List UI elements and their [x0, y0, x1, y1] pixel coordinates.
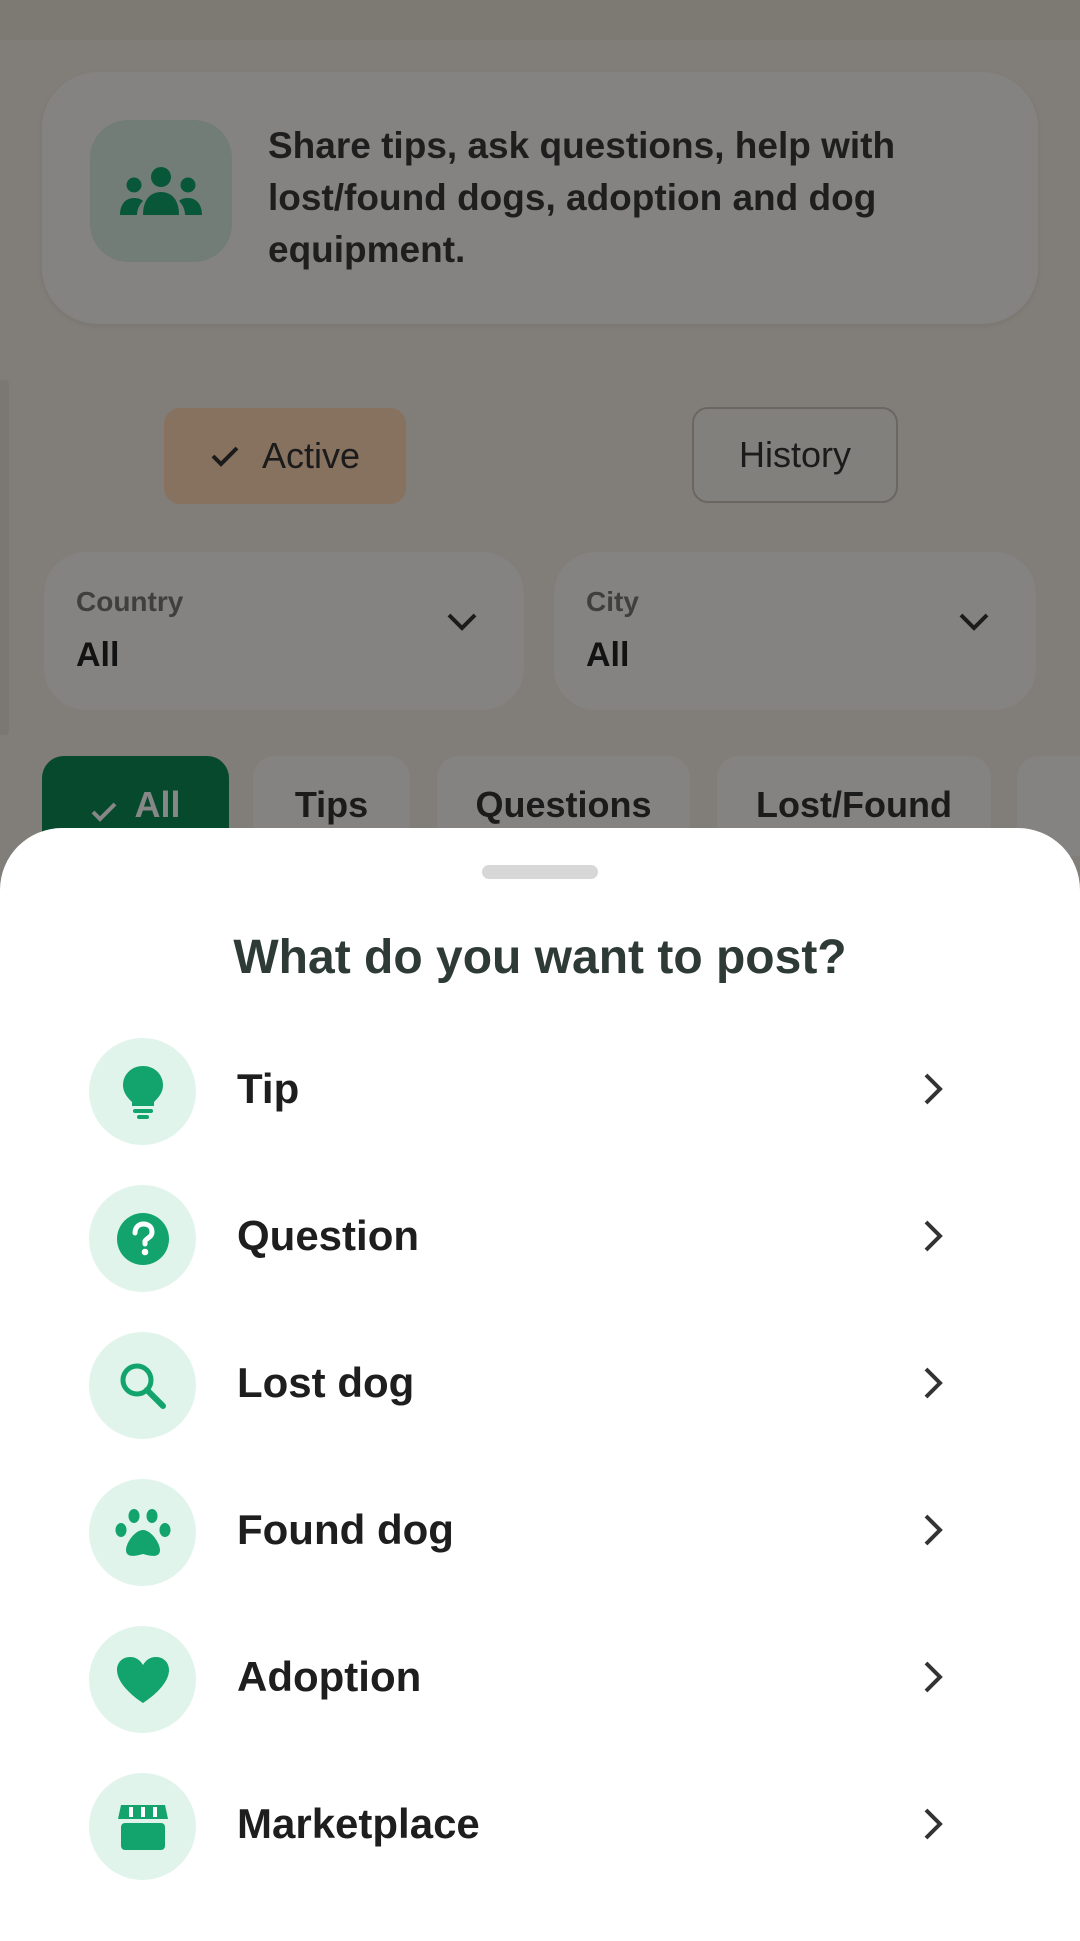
chevron-right-icon — [922, 1660, 944, 1699]
option-question-label: Question — [237, 1212, 420, 1259]
store-icon — [89, 1773, 196, 1880]
question-circle-icon — [89, 1185, 196, 1292]
option-question[interactable]: Question — [0, 1165, 1080, 1312]
option-adoption[interactable]: Adoption — [0, 1606, 1080, 1753]
option-lost-dog-label: Lost dog — [237, 1359, 415, 1406]
heart-icon — [89, 1626, 196, 1733]
drag-handle[interactable] — [482, 865, 598, 879]
option-adoption-label: Adoption — [237, 1653, 422, 1700]
lightbulb-icon — [89, 1038, 196, 1145]
paw-icon — [89, 1479, 196, 1586]
search-icon — [89, 1332, 196, 1439]
option-found-dog-label: Found dog — [237, 1506, 454, 1553]
option-marketplace[interactable]: Marketplace — [0, 1753, 1080, 1900]
post-type-sheet: What do you want to post? Tip Question L… — [0, 828, 1080, 1941]
chevron-right-icon — [922, 1807, 944, 1846]
option-tip[interactable]: Tip — [0, 1018, 1080, 1165]
chevron-right-icon — [922, 1072, 944, 1111]
option-tip-label: Tip — [237, 1065, 300, 1112]
option-marketplace-label: Marketplace — [237, 1800, 480, 1847]
chevron-right-icon — [922, 1513, 944, 1552]
option-found-dog[interactable]: Found dog — [0, 1459, 1080, 1606]
option-lost-dog[interactable]: Lost dog — [0, 1312, 1080, 1459]
sheet-title: What do you want to post? — [233, 931, 847, 984]
chevron-right-icon — [922, 1366, 944, 1405]
chevron-right-icon — [922, 1219, 944, 1258]
